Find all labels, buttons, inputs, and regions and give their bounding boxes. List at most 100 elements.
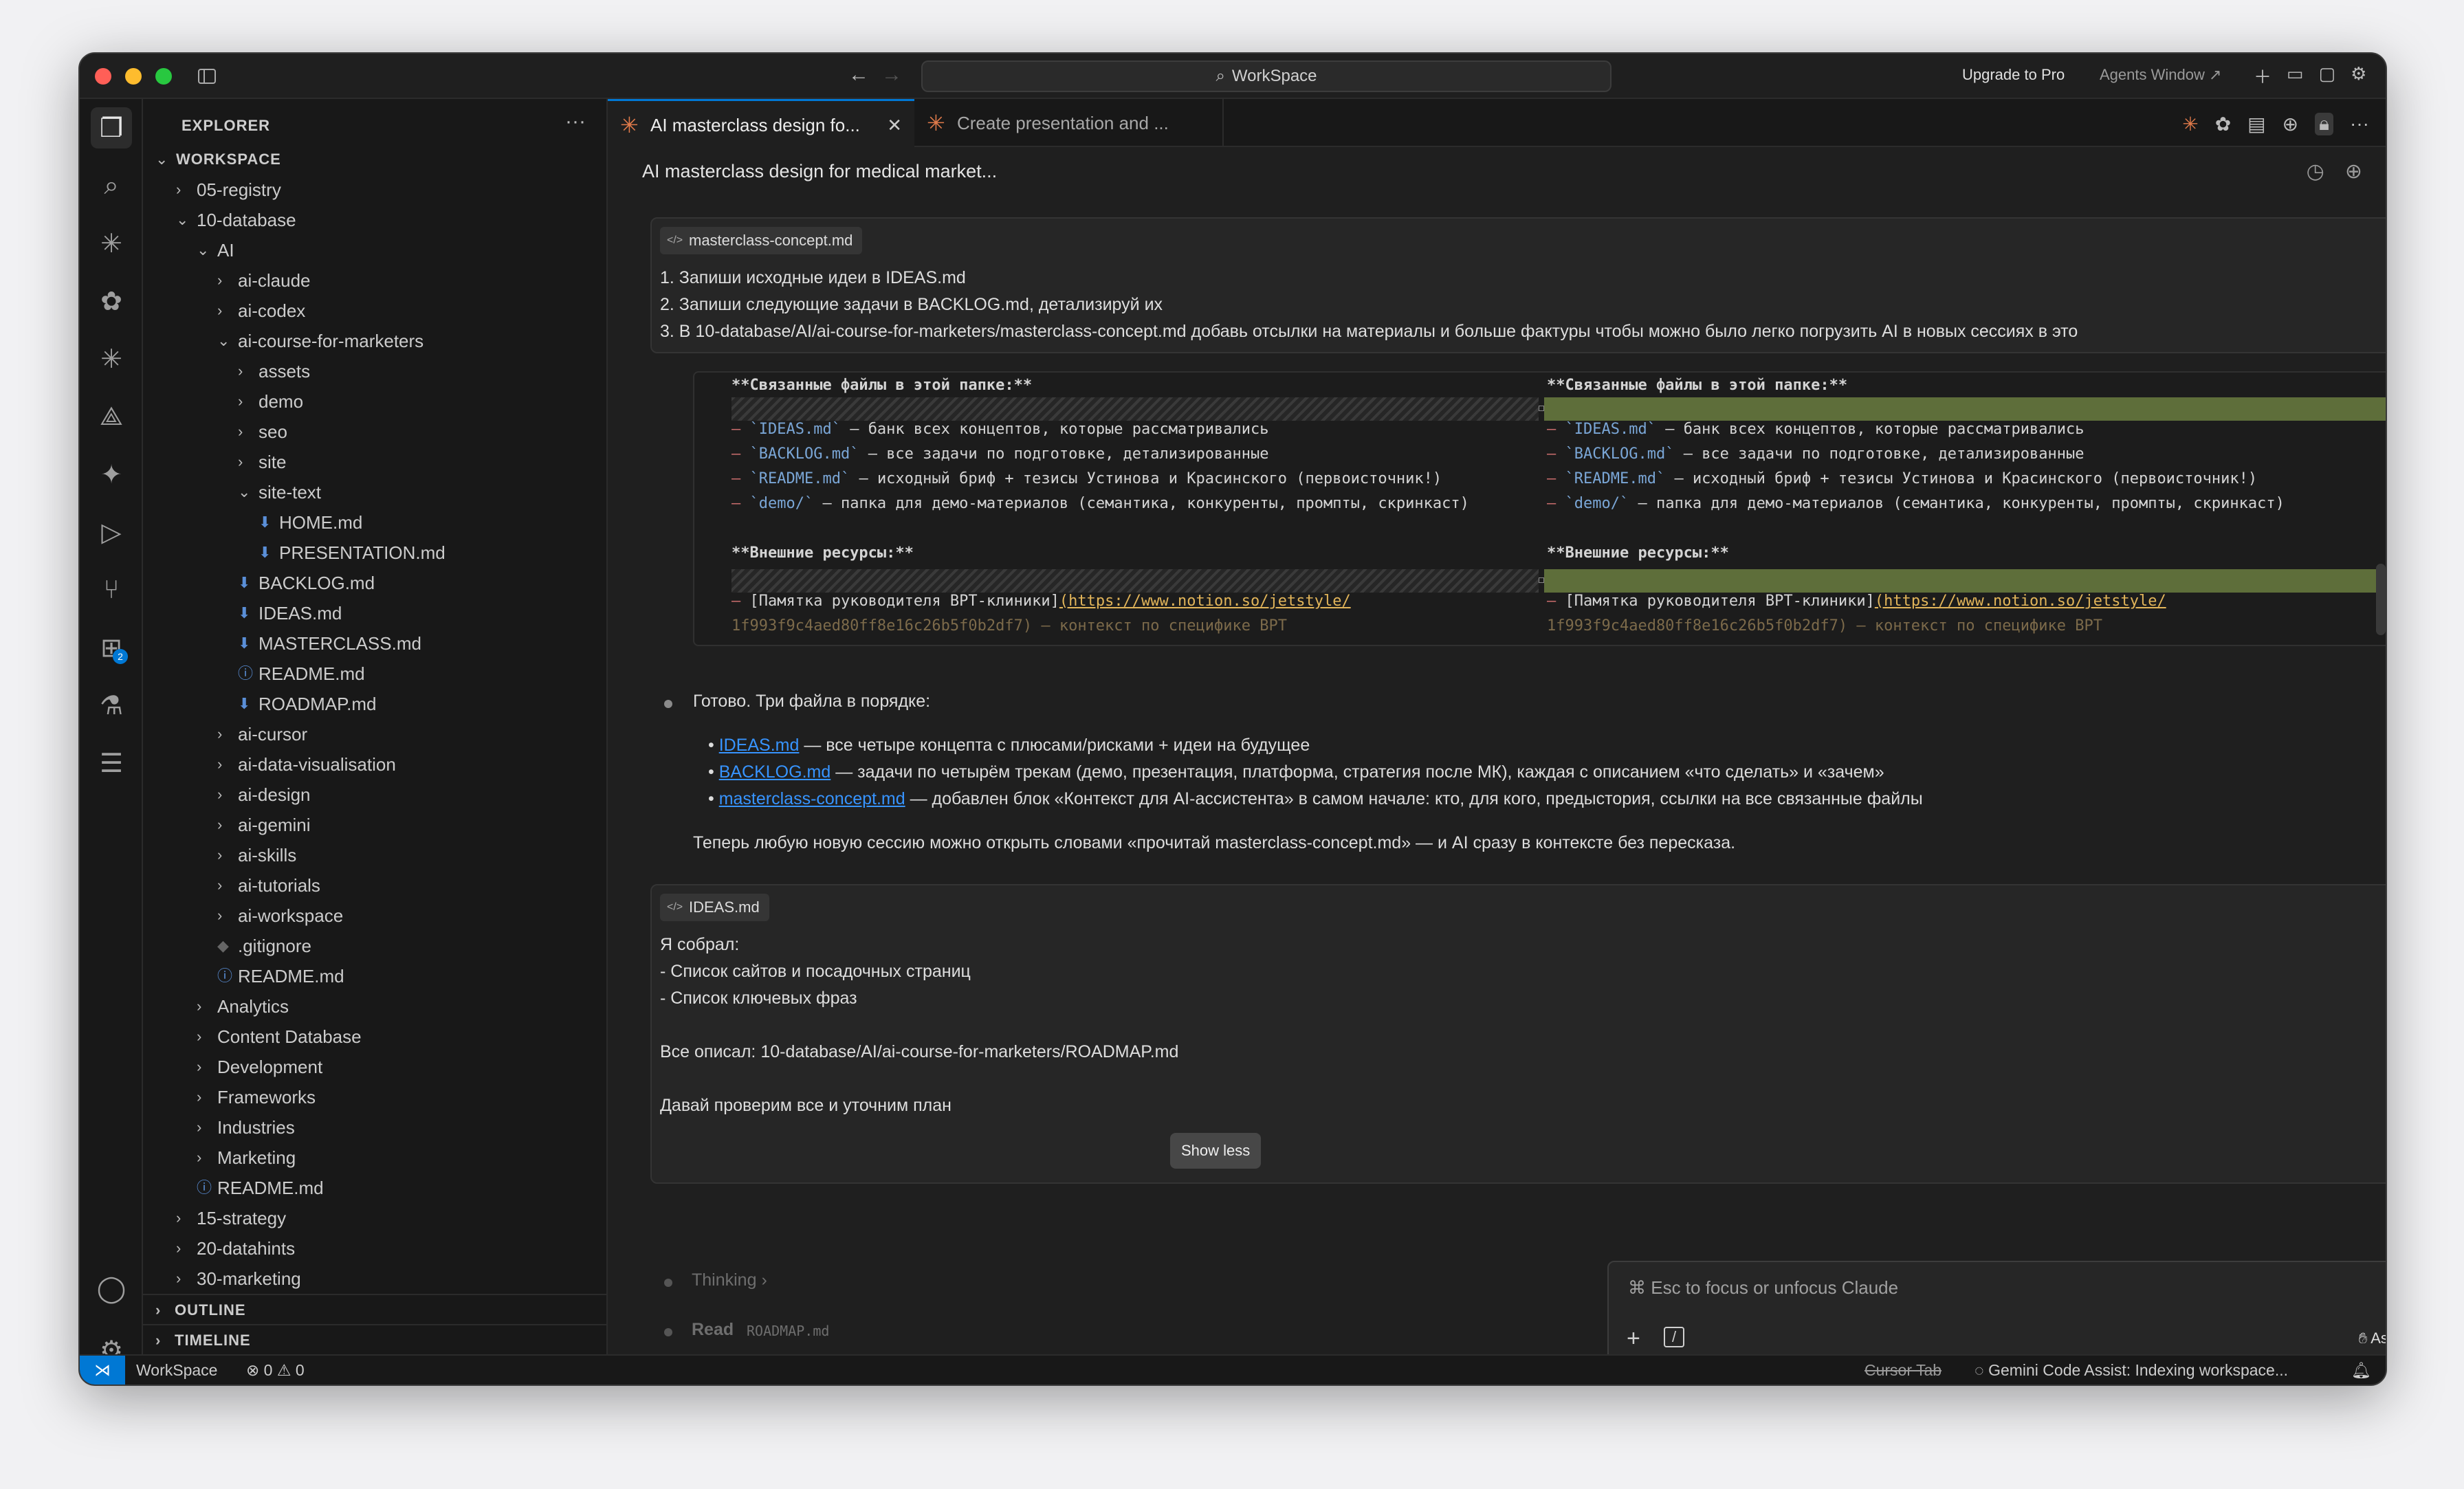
more-actions-icon[interactable]: ··· xyxy=(565,110,586,133)
tree-folder[interactable]: › ai-workspace xyxy=(143,901,606,931)
remote-indicator-icon[interactable]: ⋊ xyxy=(80,1356,125,1385)
bell-icon[interactable]: 🔔︎ xyxy=(2351,1356,2371,1385)
vertical-scrollbar[interactable] xyxy=(2376,564,2386,635)
panel-layout-icon[interactable]: ▭ xyxy=(2287,63,2304,89)
tree-folder[interactable]: ⌄ AI xyxy=(143,235,606,265)
source-control-icon[interactable]: ⑂ xyxy=(91,569,132,610)
chevron-right-icon: › xyxy=(176,1270,182,1287)
tree-folder[interactable]: › Frameworks xyxy=(143,1082,606,1112)
maximize-window-button[interactable] xyxy=(155,68,172,85)
tree-folder[interactable]: › Analytics xyxy=(143,991,606,1022)
close-tab-icon[interactable]: ✕ xyxy=(887,101,902,149)
minimize-window-button[interactable] xyxy=(125,68,142,85)
tree-folder[interactable]: › ai-tutorials xyxy=(143,870,606,901)
more-actions-icon[interactable]: ··· xyxy=(2350,113,2369,135)
gemini-star-icon[interactable]: ✦ xyxy=(91,454,132,495)
openai-icon[interactable]: ✿ xyxy=(91,280,132,322)
upgrade-to-pro-link[interactable]: Upgrade to Pro xyxy=(1962,66,2065,84)
diff-line: – `README.md` — исходный бриф + тезисы У… xyxy=(732,470,1442,487)
gear-icon[interactable]: ⚙ xyxy=(2351,63,2366,89)
extensions-icon[interactable]: ⊞ 2 xyxy=(91,627,132,668)
toggle-sidebar-icon[interactable] xyxy=(198,69,216,84)
history-icon[interactable]: ◷ xyxy=(2307,159,2324,184)
show-less-button[interactable]: Show less xyxy=(1170,1133,1262,1169)
agents-window-link[interactable]: Agents Window ↗ xyxy=(2100,66,2221,84)
chat-input[interactable]: ⌘ Esc to focus or unfocus Claude + / ✋︎ … xyxy=(1607,1261,2386,1365)
tree-folder[interactable]: › Marketing xyxy=(143,1143,606,1173)
diff-text: — все задачи по подготовке, детализирова… xyxy=(859,445,1269,463)
tree-file[interactable]: ⓘ README.md xyxy=(143,961,606,991)
tab-ai-masterclass[interactable]: ✳ AI masterclass design fo... ✕ xyxy=(608,99,914,147)
file-link[interactable]: IDEAS.md xyxy=(719,736,800,755)
tree-folder[interactable]: ⌄ ai-course-for-marketers xyxy=(143,326,606,356)
tree-folder[interactable]: › ai-codex xyxy=(143,296,606,326)
workspace-section[interactable]: ⌄ WORKSPACE xyxy=(143,144,606,175)
tree-file[interactable]: ◆ .gitignore xyxy=(143,931,606,961)
forward-arrow-icon[interactable]: → xyxy=(881,63,902,87)
tree-folder[interactable]: › Industries xyxy=(143,1112,606,1143)
openai-icon[interactable]: ✿ xyxy=(2215,113,2231,135)
status-cursor-tab[interactable]: Cursor Tab xyxy=(1864,1356,1942,1385)
status-problems[interactable]: ⊗ 0 ⚠ 0 xyxy=(246,1356,305,1385)
claude-sparkle-icon[interactable]: ✳ xyxy=(2182,113,2198,135)
tree-file[interactable]: ⓘ README.md xyxy=(143,1173,606,1203)
tree-folder[interactable]: › ai-claude xyxy=(143,265,606,296)
tree-folder[interactable]: › ai-data-visualisation xyxy=(143,749,606,780)
close-window-button[interactable] xyxy=(95,68,111,85)
status-gemini[interactable]: ◌ Gemini Code Assist: Indexing workspace… xyxy=(1974,1356,2288,1385)
new-chat-icon[interactable]: ⊕ xyxy=(2345,159,2362,184)
tree-file[interactable]: ⬇ MASTERCLASS.md xyxy=(143,628,606,659)
tree-folder[interactable]: › Development xyxy=(143,1052,606,1082)
tree-folder[interactable]: › ai-gemini xyxy=(143,810,606,840)
file-chip[interactable]: IDEAS.md xyxy=(660,894,769,921)
add-attachment-icon[interactable]: + xyxy=(1627,1325,1640,1352)
claude-asterisk-icon[interactable]: ✳ xyxy=(91,338,132,379)
tree-folder[interactable]: › Content Database xyxy=(143,1022,606,1052)
tree-file[interactable]: ⬇ HOME.md xyxy=(143,507,606,538)
tree-folder[interactable]: › 05-registry xyxy=(143,175,606,205)
cursor-agent-icon[interactable]: ⟁ xyxy=(91,396,132,437)
timeline-section[interactable]: › TIMELINE xyxy=(143,1324,606,1354)
tab-create-presentation[interactable]: ✳ Create presentation and ... xyxy=(914,99,1224,147)
explorer-files-icon[interactable]: ❐ xyxy=(91,107,132,148)
split-editor-icon[interactable]: ▤ xyxy=(2247,113,2265,135)
tree-folder[interactable]: › site xyxy=(143,447,606,477)
task-list-icon[interactable]: ☰ xyxy=(91,742,132,784)
run-debug-icon[interactable]: ▷ xyxy=(91,511,132,553)
plus-icon[interactable]: ＋ xyxy=(2254,63,2272,89)
search-icon[interactable]: ⌕ xyxy=(91,165,132,206)
tree-folder[interactable]: › 30-marketing xyxy=(143,1264,606,1294)
file-link[interactable]: masterclass-concept.md xyxy=(719,789,905,808)
tree-folder[interactable]: › 15-strategy xyxy=(143,1203,606,1233)
tree-folder[interactable]: ⌄ site-text xyxy=(143,477,606,507)
chat-icon[interactable]: ▢ xyxy=(2319,63,2336,89)
file-chip[interactable]: masterclass-concept.md xyxy=(660,227,863,254)
ask-before-edits-toggle[interactable]: ✋︎ Ask before edits xyxy=(2359,1330,2386,1347)
tree-folder[interactable]: › demo xyxy=(143,386,606,417)
lock-icon[interactable]: 🔒︎ xyxy=(2315,113,2334,135)
outline-section[interactable]: › OUTLINE xyxy=(143,1294,606,1324)
file-link[interactable]: BACKLOG.md xyxy=(719,762,831,782)
globe-icon[interactable]: ⊕ xyxy=(2282,113,2298,135)
tree-file[interactable]: ⬇ IDEAS.md xyxy=(143,598,606,628)
tree-folder[interactable]: › assets xyxy=(143,356,606,386)
thinking-label[interactable]: Thinking › xyxy=(692,1270,767,1290)
tree-folder[interactable]: › ai-cursor xyxy=(143,719,606,749)
tree-file[interactable]: ⬇ BACKLOG.md xyxy=(143,568,606,598)
tree-file[interactable]: ⓘ README.md xyxy=(143,659,606,689)
tree-folder[interactable]: › ai-design xyxy=(143,780,606,810)
tree-folder[interactable]: › 20-datahints xyxy=(143,1233,606,1264)
tree-folder[interactable]: ⌄ 10-database xyxy=(143,205,606,235)
tree-folder[interactable]: › ai-skills xyxy=(143,840,606,870)
diff-gutter-marker xyxy=(1539,577,1544,583)
account-icon[interactable]: ◯ xyxy=(91,1268,132,1309)
slash-command-icon[interactable]: / xyxy=(1664,1327,1684,1347)
testing-flask-icon[interactable]: ⚗ xyxy=(91,685,132,726)
tree-file[interactable]: ⬇ PRESENTATION.md xyxy=(143,538,606,568)
back-arrow-icon[interactable]: ← xyxy=(848,63,869,87)
command-search-bar[interactable]: ⌕ WorkSpace xyxy=(921,60,1612,92)
status-workspace[interactable]: WorkSpace xyxy=(136,1356,217,1385)
tree-file[interactable]: ⬇ ROADMAP.md xyxy=(143,689,606,719)
tree-folder[interactable]: › seo xyxy=(143,417,606,447)
claude-sparkle-icon[interactable]: ✳ xyxy=(91,223,132,264)
